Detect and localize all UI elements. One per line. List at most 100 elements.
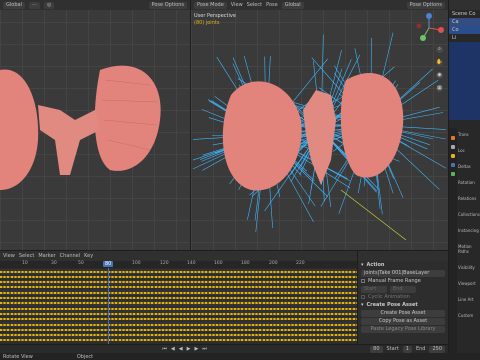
keyframe-strip: [0, 281, 357, 284]
playhead-line[interactable]: [108, 268, 109, 344]
ureter-shape: [38, 105, 100, 175]
play-reverse-icon[interactable]: ◀: [179, 346, 183, 352]
mode-select[interactable]: Pose Mode: [194, 1, 227, 9]
pan-hand-icon[interactable]: ✋: [436, 59, 443, 66]
keyframe-channel-row[interactable]: [0, 290, 357, 296]
keyframe-channel-row[interactable]: [0, 295, 357, 301]
left-pose-options-button[interactable]: Pose Options: [148, 1, 187, 9]
keyframe-channel-row[interactable]: [0, 311, 357, 317]
cyclic-checkbox[interactable]: Cyclic Animation: [358, 293, 448, 301]
prop-rotation[interactable]: Rotation: [458, 180, 480, 185]
dopesheet-editor[interactable]: View Select Marker Channel Key 10 30 50 …: [0, 251, 357, 344]
prop-line-art[interactable]: Line Art: [458, 297, 480, 302]
copy-pose-as-asset-button[interactable]: Copy Pose as Asset: [361, 317, 445, 325]
menu-view[interactable]: View: [231, 2, 243, 8]
tick-label: 30: [51, 261, 57, 266]
tick-label: 140: [187, 261, 196, 266]
keyframe-channel-row[interactable]: [0, 300, 357, 306]
main-pose-options-button[interactable]: Pose Options: [406, 1, 445, 9]
prop-visibility[interactable]: Visibility: [458, 265, 480, 270]
relation-line: [340, 189, 407, 241]
outliner-item[interactable]: Scene Co: [449, 10, 480, 18]
end-frame-field[interactable]: 250: [429, 345, 445, 353]
paste-legacy-button[interactable]: Paste Legacy Pose Library: [361, 325, 445, 333]
start-frame-field[interactable]: 1: [402, 345, 412, 353]
keyframe-channel-row[interactable]: [0, 279, 357, 285]
keyframe-channel-row[interactable]: [0, 332, 357, 338]
keyframe-channel-row[interactable]: [0, 284, 357, 290]
next-key-icon[interactable]: ▶: [194, 346, 198, 352]
outliner-item[interactable]: Co: [449, 26, 480, 34]
frame-ruler[interactable]: 10 30 50 80 100 120 140 160 180 200 220: [0, 261, 357, 268]
menu-select[interactable]: Select: [247, 2, 262, 8]
jump-end-icon[interactable]: ⏭: [202, 346, 207, 352]
keyframe-channel-row[interactable]: [0, 327, 357, 333]
prop-custom[interactable]: Custom: [458, 313, 480, 318]
keyframe-channel-row[interactable]: [0, 322, 357, 327]
tick-label: 220: [296, 261, 305, 266]
keyframe-strip: [0, 328, 357, 331]
action-section-title[interactable]: ▾ Action: [358, 261, 448, 269]
transform-orientation-select[interactable]: Global: [3, 1, 25, 9]
object-tab-icon[interactable]: [451, 154, 455, 158]
prop-motion-paths[interactable]: Motion Paths: [458, 244, 480, 254]
create-pose-asset-row: Create Pose Asset: [358, 309, 448, 317]
end-label: End: [415, 346, 426, 352]
keyframe-channel-row[interactable]: [0, 269, 357, 274]
keyframe-strip: [0, 334, 357, 337]
keyframe-strip: [0, 302, 357, 305]
tool-tab-icon[interactable]: [451, 136, 455, 140]
tick-label: 100: [132, 261, 141, 266]
properties-panel: Trans Loc Deltas Rotation Relations Coll…: [458, 132, 480, 318]
create-pose-asset-button[interactable]: Create Pose Asset: [361, 309, 445, 317]
navigation-gizmo[interactable]: [413, 12, 445, 44]
current-frame-field[interactable]: 80: [370, 345, 383, 353]
data-tab-icon[interactable]: [451, 172, 455, 176]
end-field[interactable]: End: [390, 285, 416, 293]
prev-key-icon[interactable]: ◀: [171, 346, 175, 352]
proportional-icon[interactable]: ◎: [43, 1, 55, 9]
action-name-field[interactable]: joints|Take 001|BaseLayer: [358, 269, 448, 277]
keyframe-strip: [0, 286, 357, 289]
jump-start-icon[interactable]: ⏮: [162, 346, 167, 352]
tick-label: 200: [269, 261, 278, 266]
kidney-right-shape: [94, 65, 161, 171]
play-icon[interactable]: ▶: [187, 346, 191, 352]
main-viewport[interactable]: Pose Mode View Select Pose Global Pose O…: [191, 0, 448, 250]
prop-transform[interactable]: Trans: [458, 132, 480, 137]
left-viewport[interactable]: Global ⋯ ◎ Pose Options: [0, 0, 190, 250]
outliner-item[interactable]: Li: [449, 34, 480, 42]
render-tab-icon[interactable]: [451, 145, 455, 149]
keyframe-channel-row[interactable]: [0, 316, 357, 322]
keyframe-channel-row[interactable]: [0, 337, 357, 343]
prop-viewport[interactable]: Viewport: [458, 281, 480, 286]
start-field[interactable]: Start: [361, 285, 387, 293]
menu-key[interactable]: Key: [84, 253, 93, 259]
keyframe-channel-row[interactable]: [0, 306, 357, 312]
ortho-grid-icon[interactable]: ▦: [436, 85, 443, 92]
keyframe-area[interactable]: [0, 269, 357, 344]
outliner-selection-block: [449, 42, 480, 120]
current-frame-indicator[interactable]: 80: [103, 261, 114, 267]
menu-channel[interactable]: Channel: [60, 253, 81, 259]
camera-view-icon[interactable]: ◉: [436, 72, 443, 79]
create-pose-asset-section[interactable]: ▾ Create Pose Asset: [358, 301, 448, 309]
keyframe-strip: [0, 297, 357, 299]
menu-view[interactable]: View: [3, 253, 15, 259]
keyframe-channel-row[interactable]: [0, 274, 357, 280]
keyframe-strip: [0, 312, 357, 315]
outliner-item[interactable]: Ca: [449, 18, 480, 26]
zoom-icon[interactable]: ⌕: [436, 46, 443, 53]
prop-relations[interactable]: Relations: [458, 196, 480, 201]
snap-icon[interactable]: ⋯: [28, 1, 40, 9]
prop-collections[interactable]: Collections: [458, 212, 480, 217]
prop-deltas[interactable]: Deltas: [458, 164, 480, 169]
main-transform-orientation-select[interactable]: Global: [281, 1, 304, 9]
menu-marker[interactable]: Marker: [38, 253, 55, 259]
manual-frame-range-checkbox[interactable]: Manual Frame Range: [358, 277, 448, 285]
menu-pose[interactable]: Pose: [266, 2, 278, 8]
outliner-header: [449, 0, 480, 10]
modifier-tab-icon[interactable]: [451, 163, 455, 167]
prop-instancing[interactable]: Instancing: [458, 228, 480, 233]
menu-select[interactable]: Select: [19, 253, 34, 259]
